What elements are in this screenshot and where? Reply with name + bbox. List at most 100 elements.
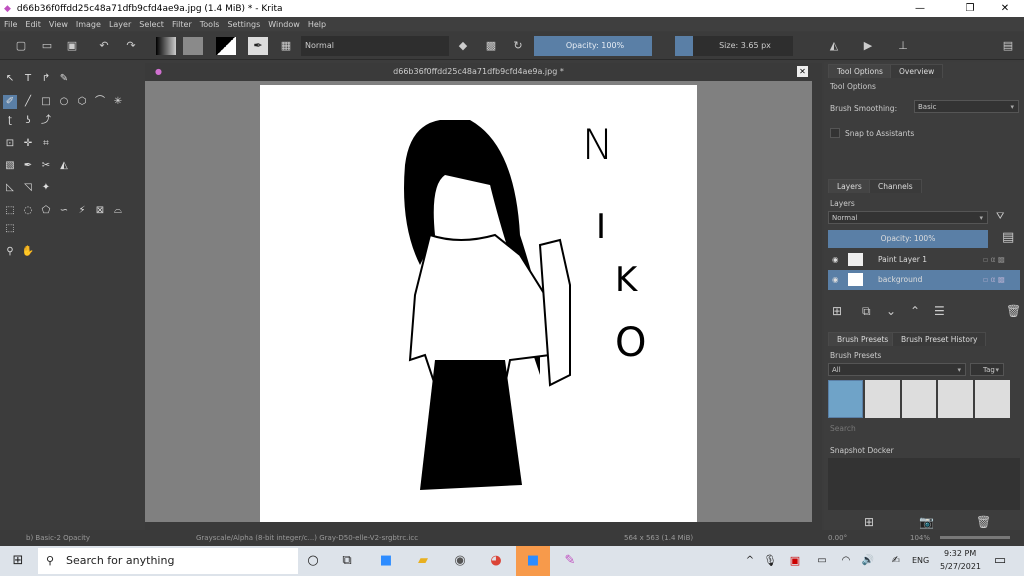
zoom-level[interactable]: 104% xyxy=(910,530,930,546)
wrap-around-icon[interactable]: ⊥ xyxy=(895,37,911,55)
chrome-icon[interactable]: ◕ xyxy=(486,552,506,570)
tab-channels[interactable]: Channels xyxy=(869,179,922,193)
contiguous-select-icon[interactable]: ⚡ xyxy=(75,204,89,218)
polygon-tool-icon[interactable]: ⬡ xyxy=(75,95,89,109)
document-tab[interactable]: ● d66b36f0ffdd25c48a71dfb9cfd4ae9a.jpg *… xyxy=(145,63,812,81)
notifications-icon[interactable]: ▭ xyxy=(990,552,1010,570)
move-tool-icon[interactable]: ✛ xyxy=(21,137,35,151)
visibility-eye-icon[interactable]: ◉ xyxy=(832,270,839,290)
gradient-selector[interactable] xyxy=(156,37,176,55)
bezier-tool-icon[interactable]: ʈ xyxy=(3,114,17,128)
freehand-select-icon[interactable]: ∽ xyxy=(57,204,71,218)
layer-opacity-slider[interactable]: Opacity: 100% xyxy=(828,230,988,248)
freehand-path-icon[interactable]: ʖ xyxy=(21,114,35,128)
brush-preset-item[interactable] xyxy=(864,380,900,418)
close-button[interactable]: ✕ xyxy=(990,0,1020,17)
move-layer-down-icon[interactable]: ⌄ xyxy=(886,304,896,318)
menu-filter[interactable]: Filter xyxy=(168,20,196,29)
tab-overview[interactable]: Overview xyxy=(890,64,944,78)
workspace-grid-icon[interactable]: ▦ xyxy=(278,37,294,55)
layer-blend-dropdown[interactable]: Normal xyxy=(828,211,988,224)
tab-layers[interactable]: Layers xyxy=(828,179,871,193)
eraser-icon[interactable]: ◆ xyxy=(455,37,471,55)
cortana-icon[interactable]: ○ xyxy=(303,552,323,570)
task-view-icon[interactable]: ⧉ xyxy=(337,552,357,570)
undo-icon[interactable]: ↶ xyxy=(95,37,113,55)
minimize-button[interactable]: — xyxy=(905,0,935,17)
mirror-horizontal-icon[interactable]: ◭ xyxy=(826,37,842,55)
move-layer-up-icon[interactable]: ⌃ xyxy=(910,304,920,318)
artwork-canvas[interactable]: N I K O xyxy=(260,85,697,522)
wifi-icon[interactable]: ◠ xyxy=(836,552,856,570)
line-tool-icon[interactable]: ╱ xyxy=(21,95,35,109)
polyline-tool-icon[interactable]: ⌒ xyxy=(93,95,107,109)
menu-settings[interactable]: Settings xyxy=(223,20,264,29)
measure-tool-icon[interactable]: ◺ xyxy=(3,181,17,195)
vertical-scrollbar[interactable] xyxy=(812,63,822,530)
snap-checkbox[interactable] xyxy=(830,128,840,138)
layer-lock-icons[interactable]: ▫ α ▩ xyxy=(983,270,1005,290)
file-explorer-icon[interactable]: ▰ xyxy=(413,552,433,570)
edit-shapes-icon[interactable]: ↱ xyxy=(39,72,53,86)
size-slider-fill[interactable] xyxy=(675,36,693,56)
crop-tool-icon[interactable]: ⌗ xyxy=(39,137,53,151)
zoom-tool-icon[interactable]: ⚲ xyxy=(3,245,17,259)
horizontal-scrollbar[interactable] xyxy=(145,522,812,530)
foreground-background-color[interactable] xyxy=(216,37,236,55)
layer-lock-icons[interactable]: ▫ α ▩ xyxy=(983,250,1005,270)
brush-preset-item[interactable] xyxy=(828,380,863,418)
menu-image[interactable]: Image xyxy=(72,20,105,29)
brush-preset-item[interactable] xyxy=(975,380,1010,418)
camera-app-icon[interactable]: ◉ xyxy=(450,552,470,570)
maximize-button[interactable]: ❐ xyxy=(955,0,985,17)
rect-select-icon[interactable]: ⬚ xyxy=(3,204,17,218)
menu-layer[interactable]: Layer xyxy=(105,20,135,29)
layer-row[interactable]: ◉ Paint Layer 1 ▫ α ▩ xyxy=(828,250,1020,270)
tray-app-icon[interactable]: ▣ xyxy=(785,552,805,570)
menu-window[interactable]: Window xyxy=(264,20,304,29)
pan-tool-icon[interactable]: ✋ xyxy=(21,245,35,259)
brush-tag-filter[interactable]: All xyxy=(828,363,966,376)
show-hidden-icons[interactable]: ^ xyxy=(740,552,760,570)
bezier-select-icon[interactable]: ⌓ xyxy=(111,204,125,218)
taskbar-search-input[interactable]: ⚲ Search for anything xyxy=(38,548,298,574)
clock-date[interactable]: 5/27/2021 xyxy=(940,562,981,571)
zoom-slider[interactable] xyxy=(940,536,1010,539)
volume-icon[interactable]: 🔊 xyxy=(858,552,878,570)
pen-icon[interactable]: ✍ xyxy=(886,552,906,570)
filter-icon[interactable]: ⛛ xyxy=(996,211,1004,222)
polygon-select-icon[interactable]: ⬠ xyxy=(39,204,53,218)
duplicate-layer-icon[interactable]: ⧉ xyxy=(862,304,871,319)
blend-mode-dropdown[interactable]: Normal xyxy=(301,36,449,56)
fill-tool-icon[interactable]: ◭ xyxy=(57,159,71,173)
pattern-selector[interactable] xyxy=(183,37,203,55)
mirror-vertical-icon[interactable]: ▶ xyxy=(860,37,876,55)
microphone-icon[interactable]: 🎙 xyxy=(760,552,780,570)
brush-preset-item[interactable] xyxy=(901,380,937,418)
text-tool-icon[interactable]: T xyxy=(21,72,35,86)
brush-preset-icon[interactable]: ✒ xyxy=(248,37,268,55)
network-adapter-icon[interactable]: ▭ xyxy=(812,552,832,570)
calligraphy-icon[interactable]: ✎ xyxy=(57,72,71,86)
open-folder-icon[interactable]: ▭ xyxy=(38,37,56,55)
color-picker-icon[interactable]: ✒ xyxy=(21,159,35,173)
visibility-eye-icon[interactable]: ◉ xyxy=(832,250,839,270)
docker-menu-icon[interactable]: ▤ xyxy=(1000,37,1016,55)
save-icon[interactable]: ▣ xyxy=(63,37,81,55)
clock-time[interactable]: 9:32 PM xyxy=(944,549,976,558)
brush-preset-item[interactable] xyxy=(938,380,974,418)
menu-tools[interactable]: Tools xyxy=(196,20,224,29)
dynamic-brush-icon[interactable]: ⤴ xyxy=(39,114,53,128)
tag-button[interactable]: Tag xyxy=(970,363,1004,376)
redo-icon[interactable]: ↷ xyxy=(122,37,140,55)
select-shapes-icon[interactable]: ↖ xyxy=(3,72,17,86)
magnetic-select-icon[interactable]: ⬚ xyxy=(3,222,17,236)
language-indicator[interactable]: ENG xyxy=(912,556,929,565)
add-layer-icon[interactable]: ⊞ xyxy=(832,304,842,318)
tab-brush-preset-history[interactable]: Brush Preset History xyxy=(892,332,987,346)
layer-properties-icon[interactable]: ☰ xyxy=(934,304,945,318)
add-snapshot-icon[interactable]: ⊞ xyxy=(864,515,874,529)
windows-start-icon[interactable]: ⊞ xyxy=(8,552,28,570)
tab-tool-options[interactable]: Tool Options xyxy=(828,64,892,78)
menu-file[interactable]: File xyxy=(0,20,21,29)
